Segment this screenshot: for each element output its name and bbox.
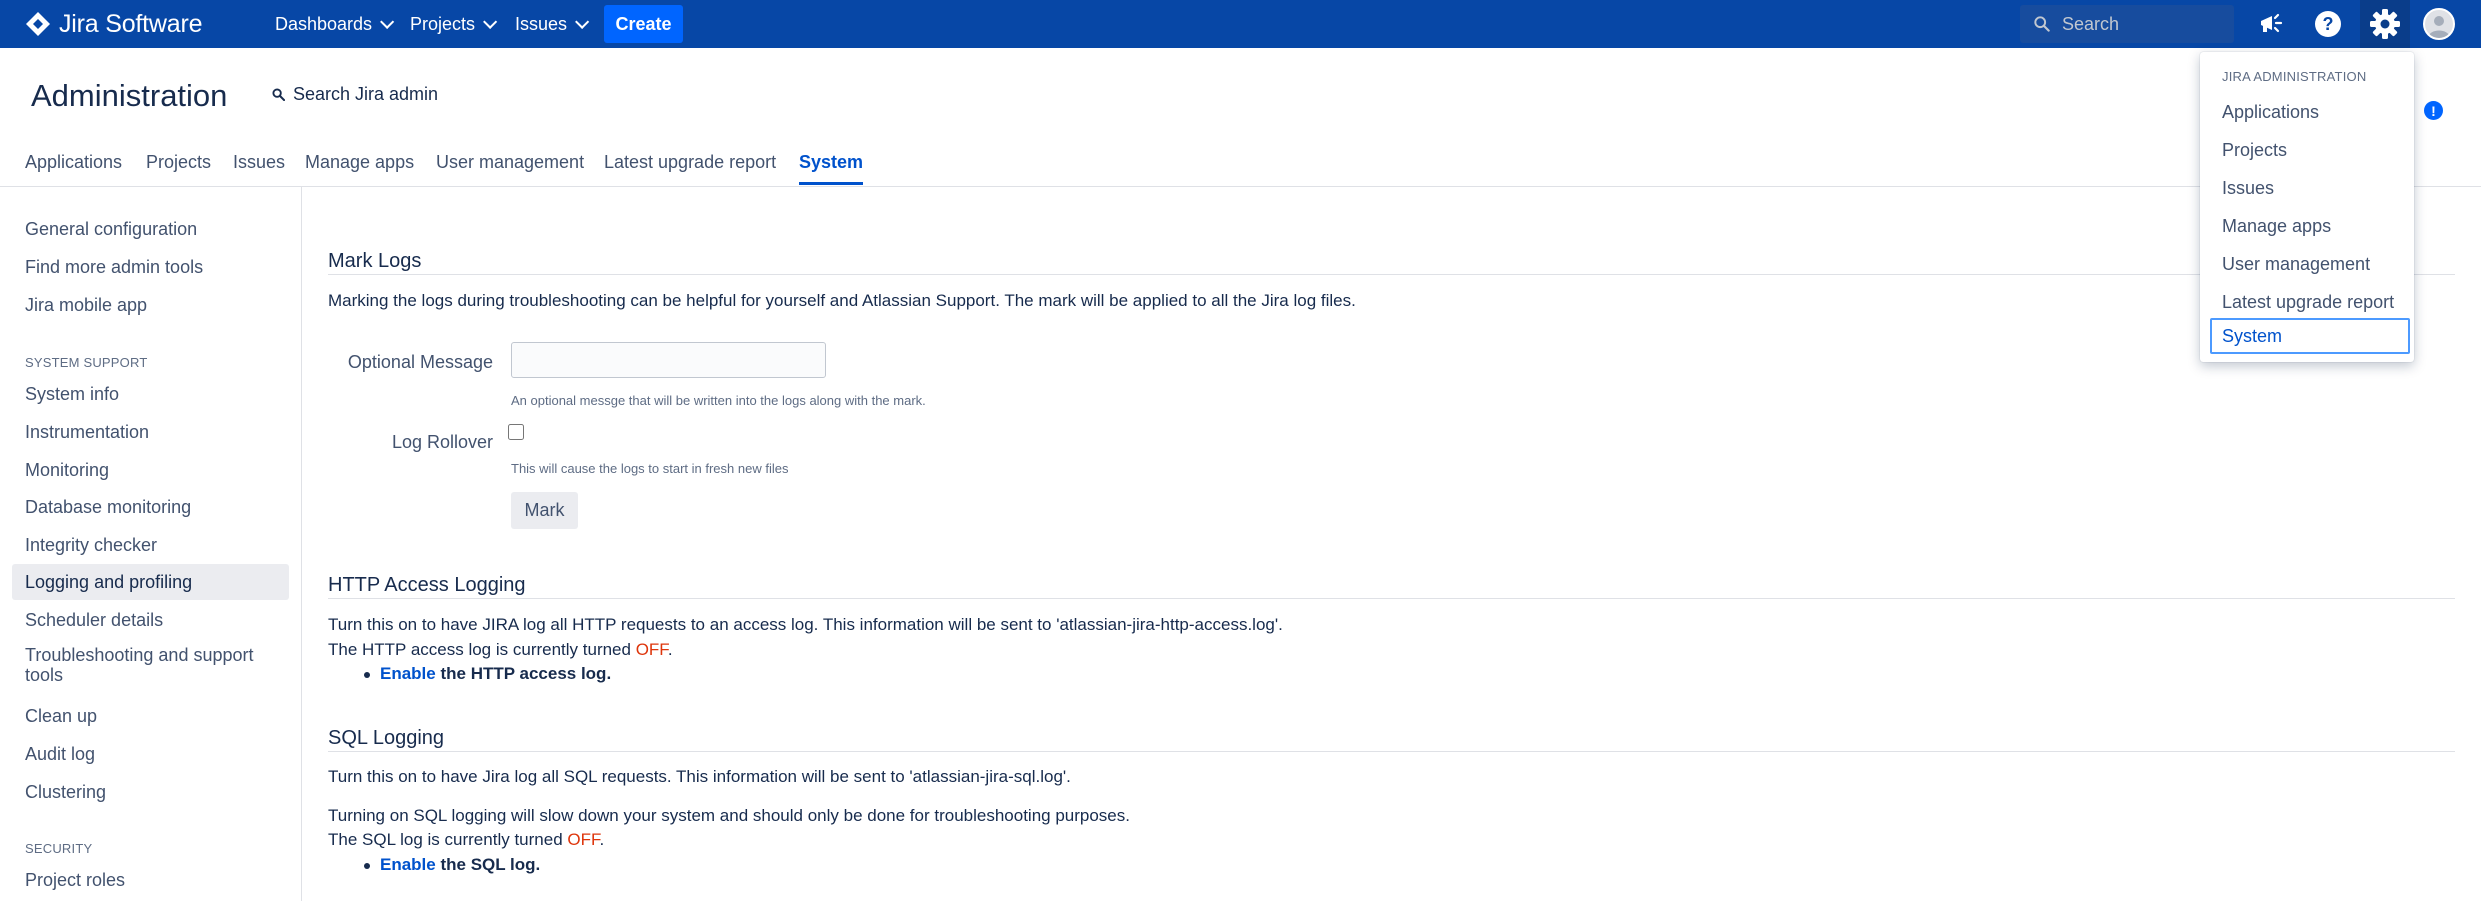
top-navigation-bar: Jira Software Dashboards Projects Issues… [0,0,2481,48]
chevron-down-icon [380,14,395,29]
tab-latest-upgrade-report[interactable]: Latest upgrade report [604,150,776,185]
dropdown-heading: JIRA ADMINISTRATION [2222,69,2367,84]
sidebar-item-project-roles[interactable]: Project roles [12,862,289,898]
sidebar-heading-security: SECURITY [25,841,93,856]
search-input[interactable] [2060,12,2234,36]
sidebar-item-scheduler-details[interactable]: Scheduler details [12,602,289,638]
http-enable-item: Enable the HTTP access log. [363,664,612,684]
dropdown-item-user-management[interactable]: User management [2210,246,2410,282]
help-button[interactable]: ? [2310,6,2346,42]
http-access-logging-title: HTTP Access Logging [328,574,526,596]
mark-logs-title: Mark Logs [328,250,422,272]
jira-administration-dropdown: JIRA ADMINISTRATION Applications Project… [2200,52,2414,362]
product-name: Jira Software [59,9,203,38]
jira-logo-icon [26,12,50,36]
mark-button[interactable]: Mark [511,492,578,529]
sql-logging-title: SQL Logging [328,727,445,749]
http-status-suffix: . [667,640,673,659]
http-logging-status: The HTTP access log is currently turned … [328,640,673,660]
sql-status-prefix: The SQL log is currently turned [328,830,568,849]
sidebar-item-monitoring[interactable]: Monitoring [12,452,289,488]
admin-search-link[interactable]: Search Jira admin [272,84,438,105]
dropdown-item-applications[interactable]: Applications [2210,94,2410,130]
gear-icon [2370,9,2400,39]
notifications-button[interactable] [2255,6,2291,42]
sql-logging-warning: Turning on SQL logging will slow down yo… [328,806,1130,825]
chevron-down-icon [575,14,590,29]
help-icon: ? [2315,11,2341,37]
create-button[interactable]: Create [604,5,683,43]
section-divider [328,598,2455,599]
log-rollover-checkbox[interactable] [508,424,524,440]
info-icon[interactable]: ! [2424,101,2443,120]
optional-message-label: Optional Message [347,352,493,372]
projects-menu-label: Projects [410,13,476,34]
settings-button[interactable] [2360,0,2410,48]
megaphone-icon [2261,13,2283,33]
sidebar-item-database-monitoring[interactable]: Database monitoring [12,489,289,525]
sidebar-item-find-more-admin-tools[interactable]: Find more admin tools [12,249,289,285]
sql-logging-status: The SQL log is currently turned OFF. [328,830,604,850]
log-rollover-help: This will cause the logs to start in fre… [511,461,789,476]
dashboards-menu[interactable]: Dashboards [275,10,395,38]
tab-projects[interactable]: Projects [146,150,211,185]
dashboards-menu-label: Dashboards [275,13,373,34]
tab-applications[interactable]: Applications [25,150,122,185]
http-enable-rest: the HTTP access log. [435,664,612,683]
http-status-value: OFF [635,640,668,659]
dropdown-item-issues[interactable]: Issues [2210,170,2410,206]
sql-enable-rest: the SQL log. [435,855,541,874]
sidebar-item-general-configuration[interactable]: General configuration [12,211,289,247]
dropdown-item-projects[interactable]: Projects [2210,132,2410,168]
optional-message-input[interactable] [511,342,826,378]
dropdown-item-manage-apps[interactable]: Manage apps [2210,208,2410,244]
search-box[interactable] [2020,5,2234,43]
mark-logs-description: Marking the logs during troubleshooting … [328,291,1356,310]
page-title: Administration [31,78,228,113]
tab-issues[interactable]: Issues [233,150,285,185]
sidebar-item-integrity-checker[interactable]: Integrity checker [12,527,289,563]
section-divider [328,751,2455,752]
chevron-down-icon [483,14,498,29]
sql-enable-item: Enable the SQL log. [363,855,541,875]
sidebar-item-clustering[interactable]: Clustering [12,774,289,810]
search-icon [2034,16,2050,32]
tab-user-management[interactable]: User management [436,150,584,185]
tab-manage-apps[interactable]: Manage apps [305,150,414,185]
http-status-prefix: The HTTP access log is currently turned [328,640,636,659]
log-rollover-label: Log Rollover [391,432,493,452]
sql-status-value: OFF [567,830,600,849]
section-divider [328,274,2455,275]
sidebar-item-troubleshooting-and-support-tools[interactable]: Troubleshooting and support tools [12,639,289,687]
http-logging-description: Turn this on to have JIRA log all HTTP r… [328,615,1283,634]
search-icon [272,88,285,101]
user-icon [2428,16,2450,38]
tab-system[interactable]: System [799,150,864,185]
sidebar-heading-system-support: SYSTEM SUPPORT [25,355,148,370]
issues-menu-label: Issues [515,13,568,34]
avatar[interactable] [2423,8,2455,40]
projects-menu[interactable]: Projects [410,10,498,38]
admin-sidebar: General configuration Find more admin to… [0,187,302,901]
issues-menu[interactable]: Issues [515,10,590,38]
enable-sql-log-link[interactable]: Enable [380,855,436,874]
sidebar-item-system-info[interactable]: System info [12,376,289,412]
enable-http-access-log-link[interactable]: Enable [380,664,436,683]
admin-tabs: Applications Projects Issues Manage apps… [0,150,2481,187]
dropdown-item-system[interactable]: System [2210,318,2410,354]
sidebar-item-clean-up[interactable]: Clean up [12,698,289,734]
sidebar-item-instrumentation[interactable]: Instrumentation [12,414,289,450]
admin-search-label: Search Jira admin [293,84,439,104]
sidebar-item-audit-log[interactable]: Audit log [12,736,289,772]
sidebar-item-logging-and-profiling[interactable]: Logging and profiling [12,564,289,600]
svg-text:?: ? [2323,14,2334,34]
optional-message-help: An optional messge that will be written … [511,393,926,408]
sidebar-item-jira-mobile-app[interactable]: Jira mobile app [12,287,289,323]
sql-logging-description: Turn this on to have Jira log all SQL re… [328,767,1071,786]
dropdown-item-latest-upgrade-report[interactable]: Latest upgrade report [2210,284,2410,320]
sql-status-suffix: . [599,830,605,849]
jira-logo[interactable]: Jira Software [25,8,202,40]
